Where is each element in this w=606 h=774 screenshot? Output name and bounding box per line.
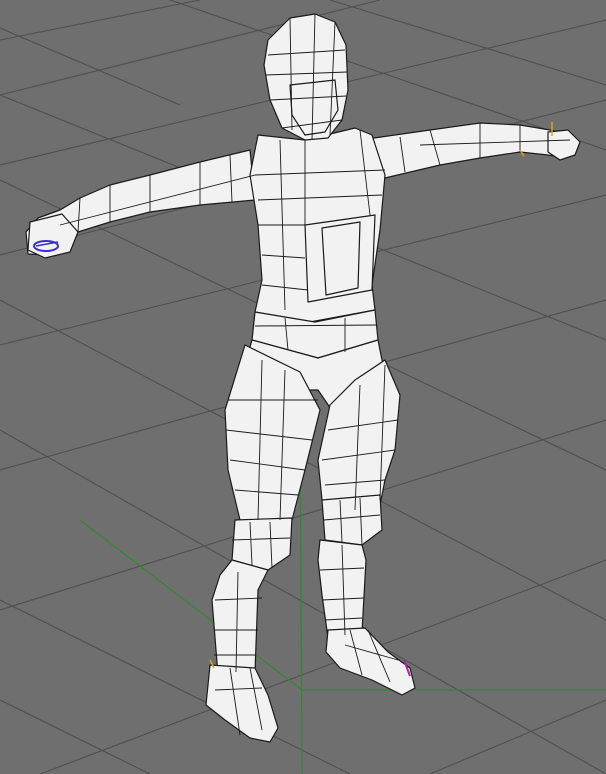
viewport-canvas[interactable] xyxy=(0,0,606,774)
chest-plate-inner xyxy=(321,221,361,296)
3d-viewport[interactable] xyxy=(0,0,606,774)
